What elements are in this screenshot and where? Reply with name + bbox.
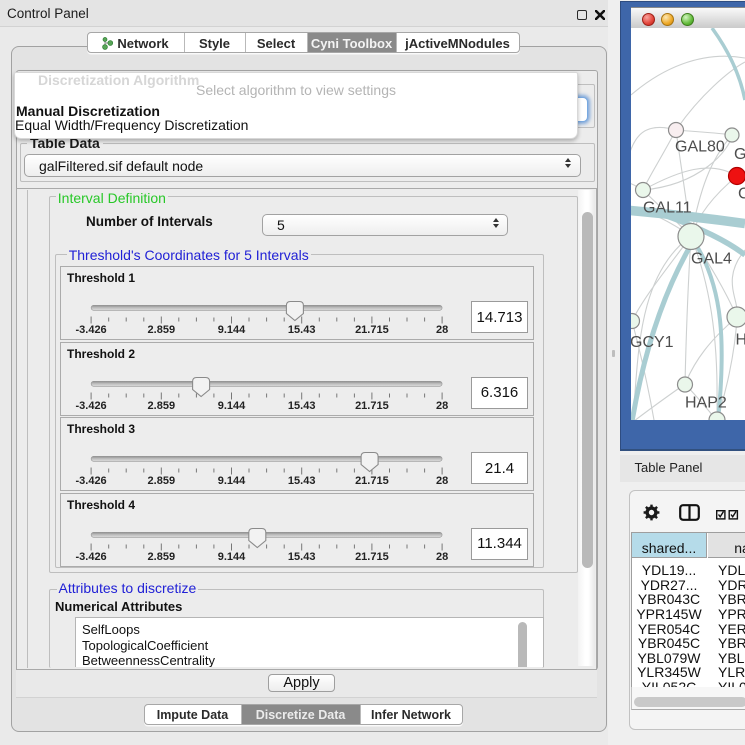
svg-text:28: 28 (436, 399, 448, 411)
svg-text:GAL11: GAL11 (643, 200, 692, 217)
svg-text:2.859: 2.859 (148, 399, 176, 411)
svg-text:21.715: 21.715 (355, 550, 389, 562)
svg-text:HAP2: HAP2 (685, 395, 727, 412)
svg-text:9.144: 9.144 (218, 475, 246, 487)
svg-text:-3.426: -3.426 (75, 399, 106, 411)
svg-text:2.859: 2.859 (148, 324, 176, 336)
svg-text:HI: HI (736, 332, 745, 349)
svg-text:21.715: 21.715 (355, 475, 389, 487)
svg-text:15.43: 15.43 (288, 475, 316, 487)
svg-text:28: 28 (436, 324, 448, 336)
svg-text:9.144: 9.144 (218, 399, 246, 411)
svg-text:15.43: 15.43 (288, 550, 316, 562)
svg-text:GCY1: GCY1 (631, 334, 674, 351)
svg-text:-3.426: -3.426 (75, 550, 106, 562)
svg-text:2.859: 2.859 (148, 475, 176, 487)
svg-text:28: 28 (436, 550, 448, 562)
svg-text:GAL80: GAL80 (675, 139, 725, 156)
svg-text:9.144: 9.144 (218, 550, 246, 562)
svg-text:GAL4: GAL4 (691, 251, 732, 268)
svg-text:-3.426: -3.426 (75, 475, 106, 487)
svg-text:21.715: 21.715 (355, 399, 389, 411)
svg-text:GA: GA (734, 146, 745, 163)
svg-text:9.144: 9.144 (218, 324, 246, 336)
svg-text:28: 28 (436, 475, 448, 487)
svg-text:21.715: 21.715 (355, 324, 389, 336)
svg-text:-3.426: -3.426 (75, 324, 106, 336)
svg-text:15.43: 15.43 (288, 324, 316, 336)
svg-text:15.43: 15.43 (288, 399, 316, 411)
svg-text:2.859: 2.859 (148, 550, 176, 562)
svg-text:CY: CY (738, 186, 745, 203)
